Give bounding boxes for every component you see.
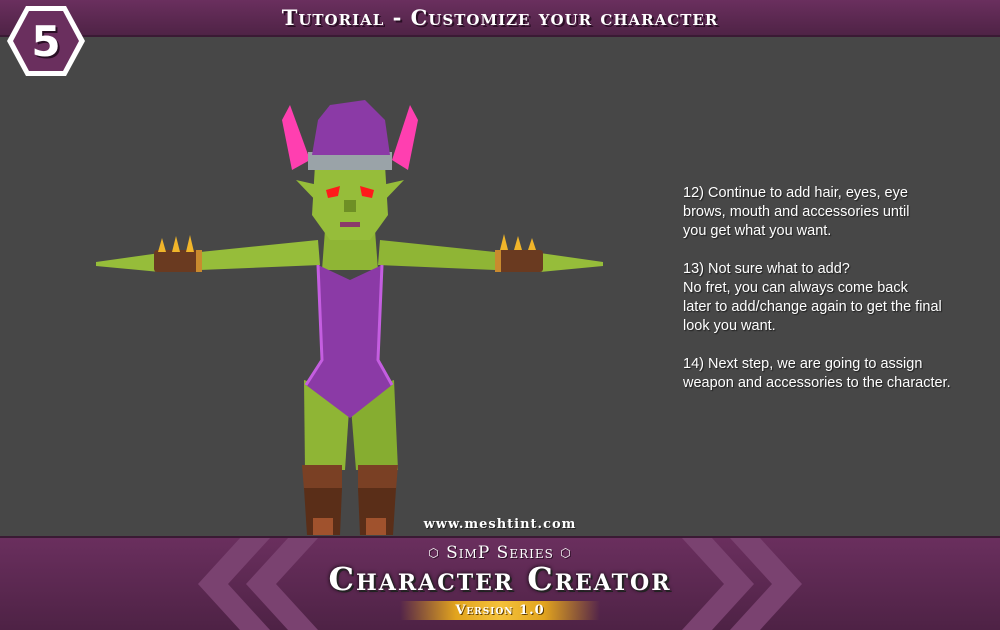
instruction-step-13: 13) Not sure what to add? No fret, you c… xyxy=(683,261,942,334)
hexagon-outline-icon: ⬡ xyxy=(560,546,572,560)
instruction-step-14: 14) Next step, we are going to assign we… xyxy=(683,356,951,391)
product-name: Character Creator xyxy=(328,560,672,598)
website-link[interactable]: www.meshtint.com xyxy=(0,517,1000,532)
version-label: Version 1.0 xyxy=(455,603,545,618)
instruction-step-12: 12) Continue to add hair, eyes, eye brow… xyxy=(683,185,910,239)
hexagon-outline-icon: ⬡ xyxy=(428,546,440,560)
product-banner: ⬡ SimP Series ⬡ Character Creator Versio… xyxy=(0,536,1000,630)
instructions-panel: 12) Continue to add hair, eyes, eye brow… xyxy=(683,184,993,412)
version-ribbon: Version 1.0 xyxy=(400,601,600,620)
